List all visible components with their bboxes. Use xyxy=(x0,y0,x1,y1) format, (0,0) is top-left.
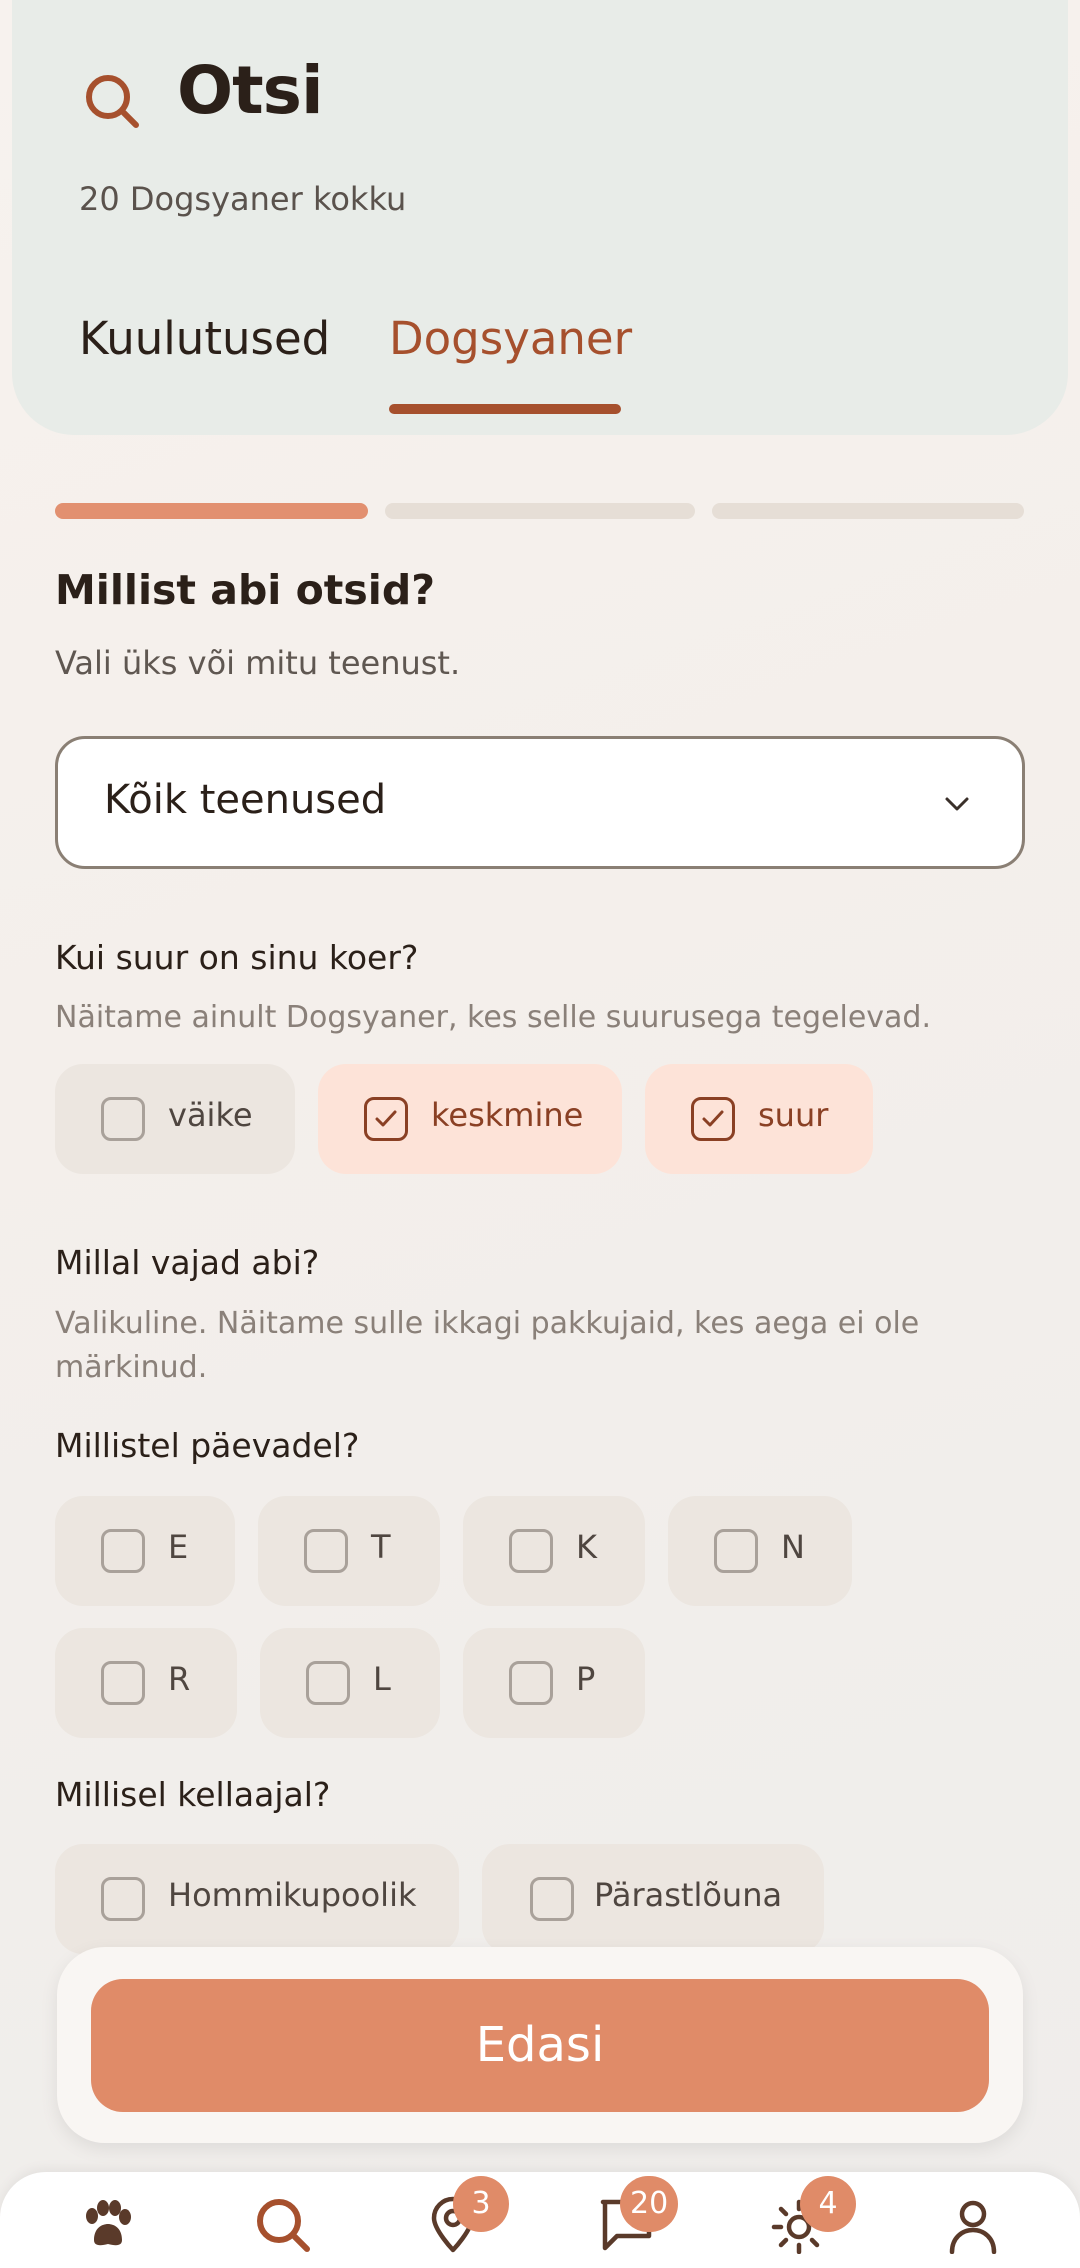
time-chip-label: Pärastlõuna xyxy=(594,1876,783,1914)
day-chip-k[interactable]: K xyxy=(463,1496,645,1606)
sun-badge: 4 xyxy=(800,2176,856,2232)
size-chip-medium[interactable]: keskmine xyxy=(318,1064,622,1174)
search-icon[interactable] xyxy=(254,2196,312,2254)
day-chip-r[interactable]: R xyxy=(55,1628,237,1738)
day-chip-label: R xyxy=(168,1660,191,1698)
next-button[interactable]: Edasi xyxy=(91,1979,989,2112)
check-icon xyxy=(702,1110,724,1127)
bottom-action-bar: Edasi xyxy=(57,1947,1023,2143)
progress-step-3 xyxy=(712,503,1024,519)
size-chip-small[interactable]: väike xyxy=(55,1064,295,1174)
profile-icon[interactable] xyxy=(944,2196,1002,2254)
progress-step-1 xyxy=(55,503,368,519)
day-chip-label: K xyxy=(576,1528,597,1566)
day-chip-n[interactable]: N xyxy=(668,1496,852,1606)
chevron-down-icon xyxy=(945,797,969,811)
tab-kuulutused[interactable]: Kuulutused xyxy=(79,312,330,365)
bottom-navigation xyxy=(0,2172,1080,2268)
checkbox[interactable] xyxy=(530,1877,574,1921)
tab-dogsyaner[interactable]: Dogsyaner xyxy=(389,312,632,365)
day-chip-label: T xyxy=(371,1528,391,1566)
chat-badge: 20 xyxy=(620,2176,679,2232)
checkbox-checked[interactable] xyxy=(691,1097,735,1141)
checkbox[interactable] xyxy=(101,1661,145,1705)
checkbox[interactable] xyxy=(101,1097,145,1141)
checkbox[interactable] xyxy=(101,1529,145,1573)
paw-icon[interactable] xyxy=(78,2196,136,2254)
checkbox[interactable] xyxy=(306,1661,350,1705)
size-question: Kui suur on sinu koer? xyxy=(55,938,419,977)
day-chip-label: L xyxy=(373,1660,391,1698)
time-chip-morning[interactable]: Hommikupoolik xyxy=(55,1844,459,1954)
size-chip-label: suur xyxy=(758,1096,829,1134)
checkbox[interactable] xyxy=(101,1877,145,1921)
services-subtext: Vali üks või mitu teenust. xyxy=(55,644,461,682)
size-chip-label: keskmine xyxy=(431,1096,584,1134)
size-chip-large[interactable]: suur xyxy=(645,1064,873,1174)
day-chip-p[interactable]: P xyxy=(463,1628,645,1738)
time-chip-label: Hommikupoolik xyxy=(168,1876,417,1914)
location-badge: 3 xyxy=(453,2176,509,2232)
search-header: Otsi 20 Dogsyaner kokku Kuulutused Dogsy… xyxy=(12,0,1068,435)
day-chip-label: N xyxy=(781,1528,805,1566)
progress-step-2 xyxy=(385,503,695,519)
checkbox[interactable] xyxy=(714,1529,758,1573)
size-chip-label: väike xyxy=(168,1096,253,1134)
day-chip-e[interactable]: E xyxy=(55,1496,235,1606)
checkbox[interactable] xyxy=(304,1529,348,1573)
checkbox[interactable] xyxy=(509,1529,553,1573)
time-label: Millisel kellaajal? xyxy=(55,1775,331,1814)
active-tab-indicator xyxy=(389,404,621,414)
day-chip-label: E xyxy=(168,1528,189,1566)
page-title: Otsi xyxy=(177,52,324,129)
day-chip-l[interactable]: L xyxy=(260,1628,440,1738)
days-label: Millistel päevadel? xyxy=(55,1426,360,1465)
services-heading: Millist abi otsid? xyxy=(55,566,435,614)
search-icon xyxy=(86,75,139,128)
services-select-value: Kõik teenused xyxy=(104,777,387,823)
services-select[interactable]: Kõik teenused xyxy=(55,736,1025,869)
day-chip-label: P xyxy=(576,1660,596,1698)
checkbox-checked[interactable] xyxy=(364,1097,408,1141)
when-hint: Valikuline. Näitame sulle ikkagi pakkuja… xyxy=(55,1306,920,1385)
size-hint: Näitame ainult Dogsyaner, kes selle suur… xyxy=(55,1000,932,1035)
when-question: Millal vajad abi? xyxy=(55,1243,320,1282)
day-chip-t[interactable]: T xyxy=(258,1496,440,1606)
check-icon xyxy=(375,1110,397,1127)
results-count: 20 Dogsyaner kokku xyxy=(79,180,407,218)
checkbox[interactable] xyxy=(509,1661,553,1705)
time-chip-afternoon[interactable]: Pärastlõuna xyxy=(482,1844,824,1954)
